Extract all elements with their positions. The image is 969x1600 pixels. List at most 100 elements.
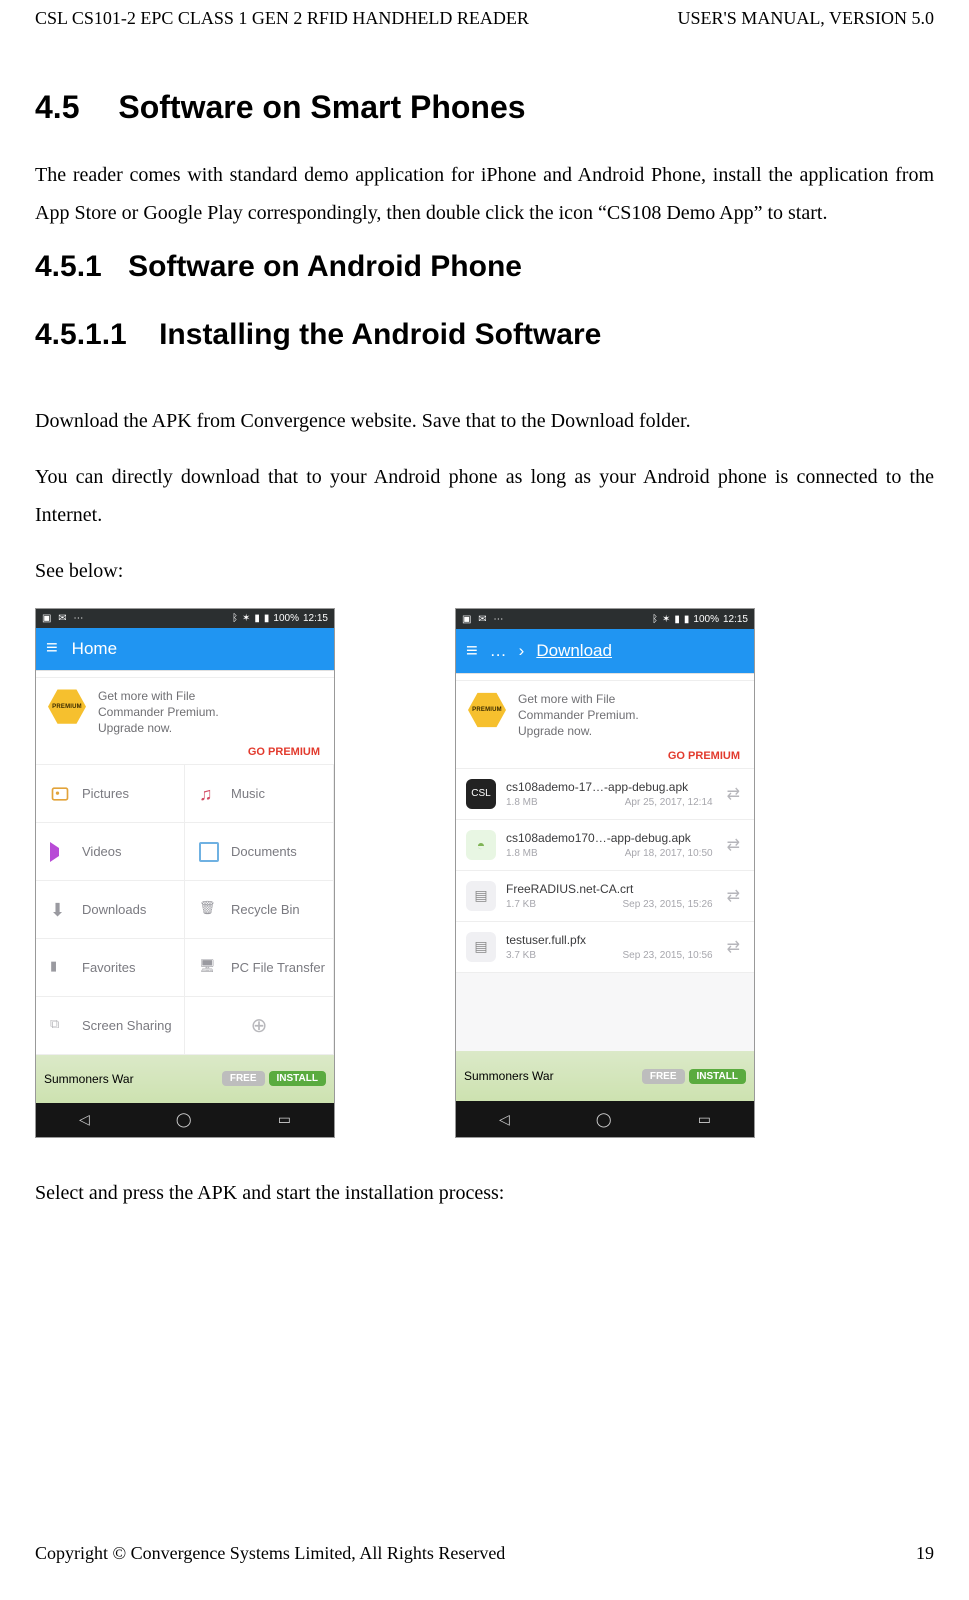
ad-banner[interactable]: Summoners War FREE INSTALL xyxy=(36,1055,334,1103)
breadcrumb-ellipsis[interactable]: … xyxy=(490,641,507,661)
screenshots-row: ▣ ✉ ⋯ ᛒ ✶ ▮ ▮ 100% 12:15 ≡ Home PREMIUM xyxy=(35,608,934,1138)
status-left-icons: ▣ ✉ ⋯ xyxy=(42,613,87,624)
file-row[interactable]: ▤ testuser.full.pfx 3.7 KB Sep 23, 2015,… xyxy=(456,922,754,973)
ad-free-pill: FREE xyxy=(642,1069,685,1084)
ad-install-pill[interactable]: INSTALL xyxy=(269,1071,326,1086)
tile-music[interactable]: ♫ Music xyxy=(185,765,334,823)
tile-pictures[interactable]: Pictures xyxy=(36,765,185,823)
para-seebelow: See below: xyxy=(35,552,934,590)
chevron-right-icon: › xyxy=(519,641,525,661)
picture-icon xyxy=(50,784,70,804)
document-icon xyxy=(199,842,219,862)
tile-videos[interactable]: Videos xyxy=(36,823,185,881)
download-icon: ⬇ xyxy=(50,900,70,920)
clock: 12:15 xyxy=(723,614,748,625)
para-select: Select and press the APK and start the i… xyxy=(35,1174,934,1212)
heading-main-title: Software on Smart Phones xyxy=(118,89,525,125)
heading-sub2-title: Installing the Android Software xyxy=(159,318,601,351)
tile-label: PC File Transfer xyxy=(231,960,325,975)
status-bar: ▣ ✉ ⋯ ᛒ ✶ ▮ ▮ 100% 12:15 xyxy=(456,609,754,629)
music-icon: ♫ xyxy=(199,784,219,804)
promo-line: Commander Premium. xyxy=(518,707,639,723)
promo-line: Upgrade now. xyxy=(518,723,639,739)
back-icon[interactable]: ◁ xyxy=(79,1111,90,1128)
appbar-title: Home xyxy=(72,639,117,659)
tile-add[interactable]: ⊕ xyxy=(185,997,334,1055)
file-name: testuser.full.pfx xyxy=(506,933,713,947)
menu-icon[interactable]: ≡ xyxy=(46,637,58,660)
battery-pct: 100% xyxy=(693,614,719,625)
para-download: Download the APK from Convergence websit… xyxy=(35,402,934,440)
app-bar-home: ≡ Home xyxy=(36,628,334,670)
promo-text: Get more with File Commander Premium. Up… xyxy=(518,691,639,740)
video-icon xyxy=(50,842,70,862)
menu-icon[interactable]: ≡ xyxy=(466,640,478,663)
wifi-icon: ✶ xyxy=(242,613,250,624)
notif-icon: ▣ xyxy=(42,613,51,624)
screenshot-home: ▣ ✉ ⋯ ᛒ ✶ ▮ ▮ 100% 12:15 ≡ Home PREMIUM xyxy=(35,608,335,1138)
ad-buttons: FREE INSTALL xyxy=(222,1071,326,1086)
ad-install-pill[interactable]: INSTALL xyxy=(689,1069,746,1084)
file-list: CSL cs108ademo-17…-app-debug.apk 1.8 MB … xyxy=(456,769,754,973)
para-direct: You can directly download that to your A… xyxy=(35,458,934,534)
file-row[interactable]: ▤ FreeRADIUS.net-CA.crt 1.7 KB Sep 23, 2… xyxy=(456,871,754,922)
tile-favorites[interactable]: ▮ Favorites xyxy=(36,939,185,997)
share-icon[interactable]: ⇄ xyxy=(723,784,744,804)
promo-line: Commander Premium. xyxy=(98,704,219,720)
recents-icon[interactable]: ▭ xyxy=(698,1111,711,1128)
promo-line: Upgrade now. xyxy=(98,720,219,736)
heading-sub2-num: 4.5.1.1 xyxy=(35,318,127,352)
tile-label: Music xyxy=(231,786,265,801)
status-bar: ▣ ✉ ⋯ ᛒ ✶ ▮ ▮ 100% 12:15 xyxy=(36,609,334,628)
file-name: FreeRADIUS.net-CA.crt xyxy=(506,882,713,896)
recents-icon[interactable]: ▭ xyxy=(278,1111,291,1128)
share-icon[interactable]: ⇄ xyxy=(723,937,744,957)
premium-badge-icon: PREMIUM xyxy=(468,691,506,729)
clock: 12:15 xyxy=(303,613,328,624)
home-icon[interactable]: ◯ xyxy=(596,1111,612,1128)
trash-icon: 🗑 xyxy=(199,900,219,920)
share-icon[interactable]: ⇄ xyxy=(723,886,744,906)
notif-icon: ✉ xyxy=(58,613,66,624)
wifi-icon: ✶ xyxy=(662,614,670,625)
tile-screenshare[interactable]: ⧉ Screen Sharing xyxy=(36,997,185,1055)
notif-icon: ⋯ xyxy=(493,614,503,625)
tile-documents[interactable]: Documents xyxy=(185,823,334,881)
file-row[interactable]: CSL cs108ademo-17…-app-debug.apk 1.8 MB … xyxy=(456,769,754,820)
home-grid: Pictures ♫ Music Videos Documents ⬇ Down… xyxy=(36,765,334,1055)
screenshare-icon: ⧉ xyxy=(50,1016,70,1036)
file-size: 1.7 KB xyxy=(506,899,536,910)
share-icon[interactable]: ⇄ xyxy=(723,835,744,855)
file-row[interactable]: ◓ cs108ademo170…-app-debug.apk 1.8 MB Ap… xyxy=(456,820,754,871)
premium-promo[interactable]: PREMIUM Get more with File Commander Pre… xyxy=(36,678,334,766)
go-premium-link[interactable]: GO PREMIUM xyxy=(668,750,740,762)
tile-recycle[interactable]: 🗑 Recycle Bin xyxy=(185,881,334,939)
tile-label: Favorites xyxy=(82,960,135,975)
heading-main-num: 4.5 xyxy=(35,89,79,126)
file-size: 3.7 KB xyxy=(506,950,536,961)
file-date: Sep 23, 2015, 15:26 xyxy=(623,899,713,910)
status-right: ᛒ ✶ ▮ ▮ 100% 12:15 xyxy=(232,613,328,624)
promo-line: Get more with File xyxy=(518,691,639,707)
file-date: Sep 23, 2015, 10:56 xyxy=(623,950,713,961)
notif-icon: ▣ xyxy=(462,614,471,625)
heading-main: 4.5 Software on Smart Phones xyxy=(35,89,934,126)
android-icon: ◓ xyxy=(466,830,496,860)
breadcrumb-current[interactable]: Download xyxy=(536,641,612,661)
ad-title: Summoners War xyxy=(464,1069,554,1083)
ad-banner[interactable]: Summoners War FREE INSTALL xyxy=(456,1051,754,1101)
divider xyxy=(36,670,334,678)
file-name: cs108ademo-17…-app-debug.apk xyxy=(506,780,713,794)
status-right: ᛒ ✶ ▮ ▮ 100% 12:15 xyxy=(652,614,748,625)
file-date: Apr 25, 2017, 12:14 xyxy=(625,797,713,808)
header-left: CSL CS101-2 EPC CLASS 1 GEN 2 RFID HANDH… xyxy=(35,8,529,29)
page-header: CSL CS101-2 EPC CLASS 1 GEN 2 RFID HANDH… xyxy=(35,8,934,29)
tile-label: Recycle Bin xyxy=(231,902,300,917)
home-icon[interactable]: ◯ xyxy=(176,1111,192,1128)
battery-icon: ▮ xyxy=(264,613,270,624)
tile-pctransfer[interactable]: 🖥 PC File Transfer xyxy=(185,939,334,997)
back-icon[interactable]: ◁ xyxy=(499,1111,510,1128)
go-premium-link[interactable]: GO PREMIUM xyxy=(248,746,320,758)
tile-downloads[interactable]: ⬇ Downloads xyxy=(36,881,185,939)
premium-promo[interactable]: PREMIUM Get more with File Commander Pre… xyxy=(456,681,754,769)
